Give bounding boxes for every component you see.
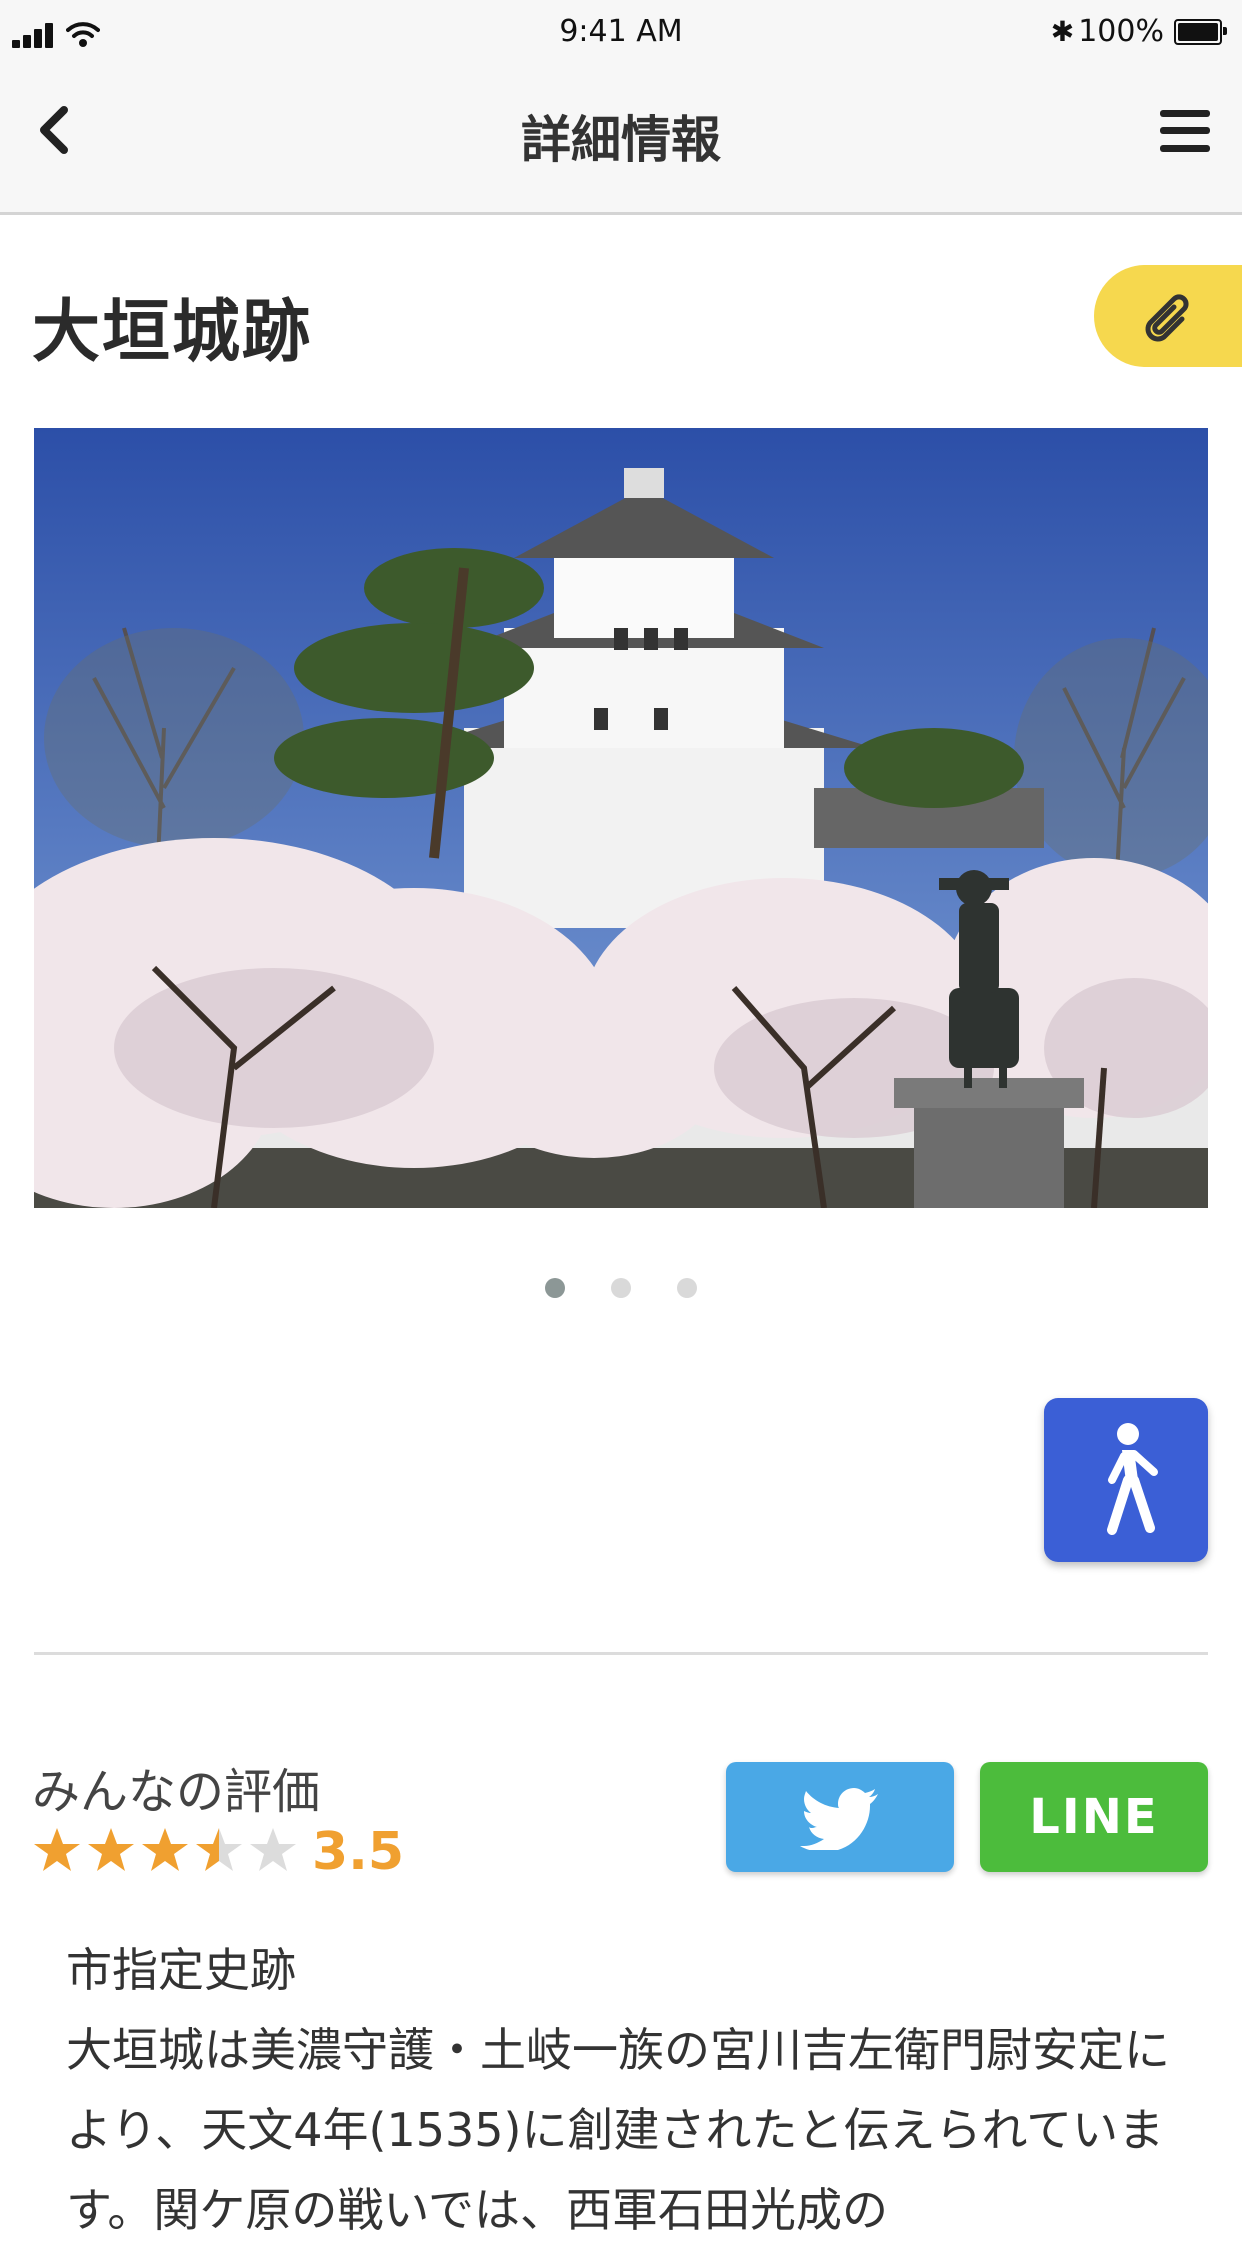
hamburger-menu-icon[interactable]: [1160, 110, 1210, 152]
star-icon: [142, 1828, 188, 1871]
place-title: 大垣城跡: [32, 293, 313, 372]
navigation-bar: 詳細情報: [0, 66, 1242, 215]
divider: [34, 1652, 1208, 1655]
star-empty-icon: [250, 1828, 296, 1871]
star-rating: [32, 1826, 302, 1876]
carousel-dot-3[interactable]: [677, 1278, 697, 1298]
description: 市指定史跡 大垣城は美濃守護・土岐一族の宮川吉左衛門尉安定により、天文4年(15…: [66, 1930, 1186, 2250]
page-title: 詳細情報: [521, 111, 721, 169]
status-bar: 9:41 AM ✱ 100%: [0, 0, 1242, 66]
status-right: ✱ 100%: [1050, 14, 1227, 49]
star-half-icon: [196, 1828, 242, 1871]
twitter-share-button[interactable]: [726, 1762, 954, 1872]
description-category: 市指定史跡: [66, 1943, 296, 1997]
bluetooth-icon: ✱: [1050, 15, 1075, 48]
paperclip-icon: [1145, 294, 1189, 342]
star-icon: [88, 1828, 134, 1871]
carousel-indicator[interactable]: [0, 1278, 1242, 1298]
twitter-bird-icon: [800, 1788, 878, 1850]
carousel-dot-2[interactable]: [611, 1278, 631, 1298]
clip-button[interactable]: [1094, 265, 1242, 367]
rating-value: 3.5: [312, 1822, 405, 1882]
battery-percent: 100%: [1078, 14, 1164, 49]
carousel-dot-1[interactable]: [545, 1278, 565, 1298]
battery-icon: [1174, 18, 1227, 45]
star-icon: [34, 1828, 80, 1871]
castle-photo[interactable]: [34, 428, 1208, 1208]
line-share-button[interactable]: LINE: [980, 1762, 1208, 1872]
pedestrian-icon: [1107, 1423, 1158, 1535]
walk-route-button[interactable]: [1044, 1398, 1208, 1562]
rating-label: みんなの評価: [32, 1764, 321, 1820]
description-text: 大垣城は美濃守護・土岐一族の宮川吉左衛門尉安定により、天文4年(1535)に創建…: [66, 2023, 1170, 2237]
